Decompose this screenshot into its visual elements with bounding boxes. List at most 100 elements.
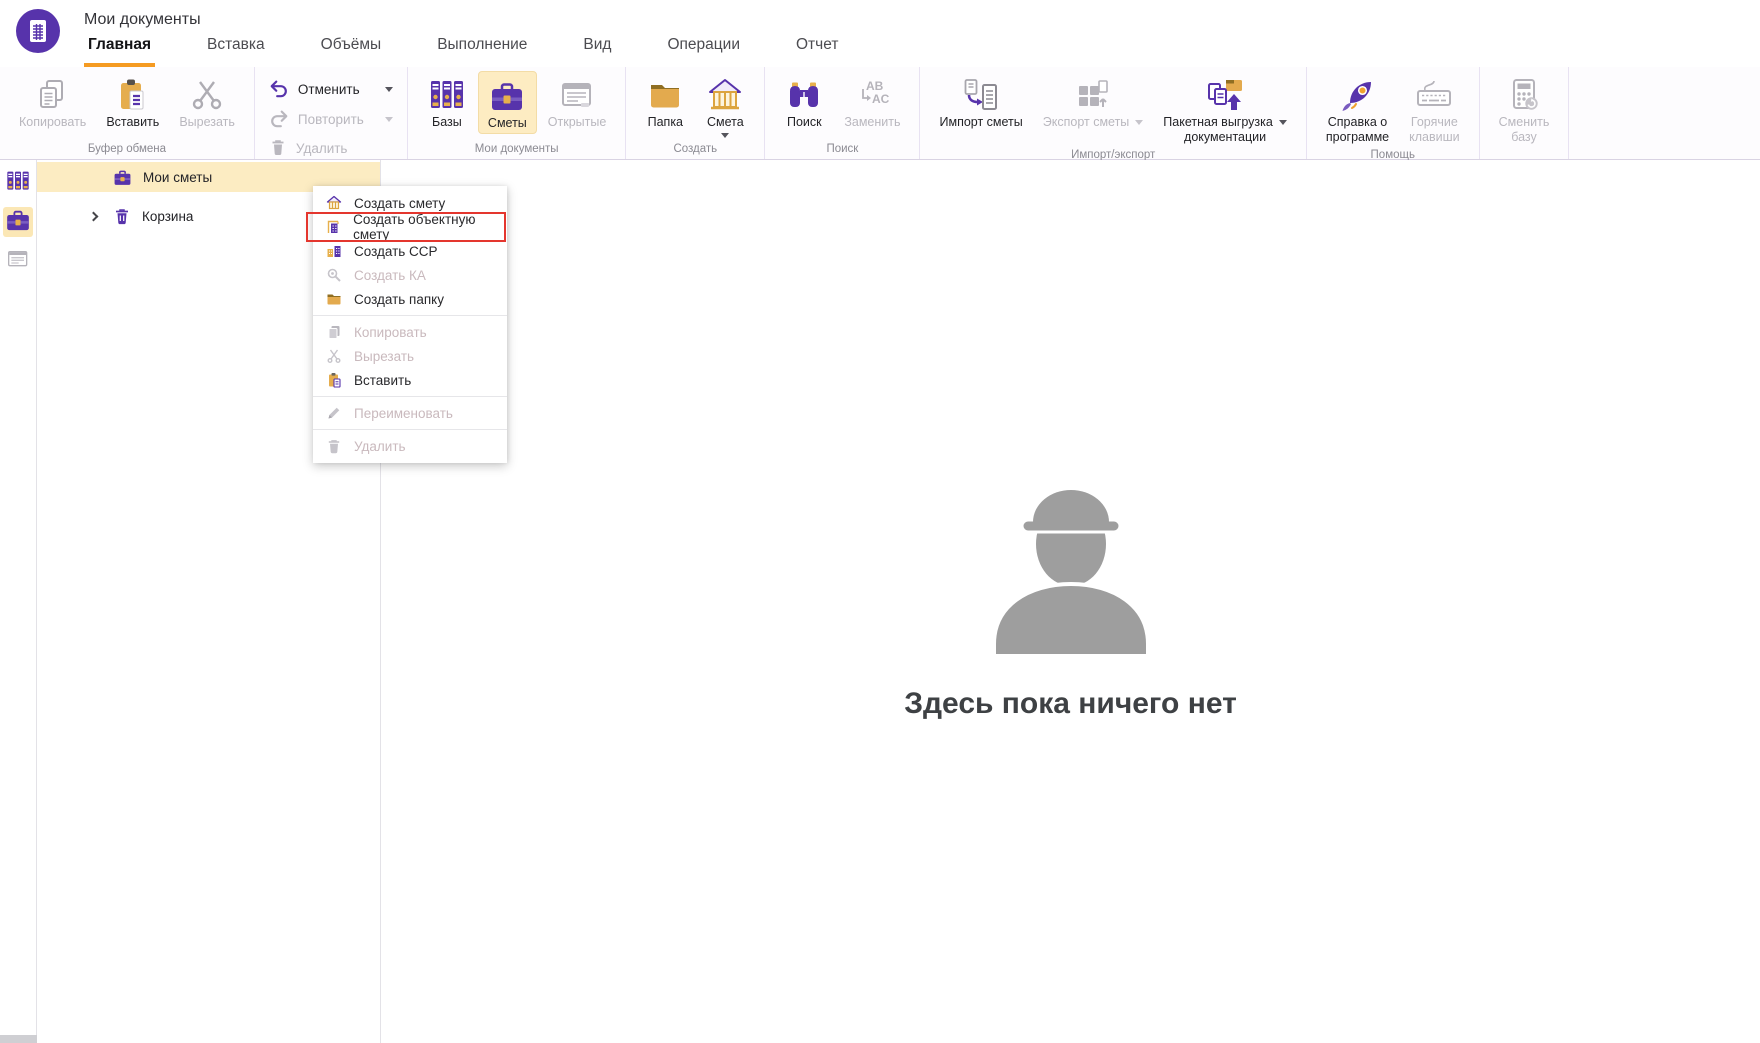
databases-button[interactable]: Базы	[418, 71, 476, 132]
ribbon-group-clipboard: Копировать Вставить Вырезать Буфер обмен…	[0, 67, 255, 159]
folder-icon	[647, 75, 683, 115]
menu-item-create-folder[interactable]: Создать папку	[313, 287, 507, 311]
batch-export-button[interactable]: Пакетная выгрузка документации	[1154, 71, 1296, 147]
chevron-right-icon[interactable]	[88, 211, 98, 221]
batch-export-icon	[1206, 75, 1244, 115]
create-estimate-button[interactable]: Смета	[696, 71, 754, 140]
menu-item-create-object-estimate[interactable]: Создать объектную смету	[313, 212, 507, 242]
dropdown-caret-icon[interactable]	[384, 87, 393, 92]
tab-vstavka[interactable]: Вставка	[203, 36, 269, 67]
menu-item-create-ka[interactable]: Создать КА	[313, 263, 507, 287]
trash-icon	[269, 138, 287, 159]
ribbon-group-import-export: Импорт сметы Экспорт сметы Пакетная выгр…	[920, 67, 1307, 161]
buildings-icon	[325, 243, 342, 259]
search-button[interactable]: Поиск	[775, 71, 833, 132]
briefcase-icon	[489, 76, 525, 116]
menu-item-cut[interactable]: Вырезать	[313, 344, 507, 368]
replace-icon: AB AC	[854, 75, 890, 115]
menu-item-rename[interactable]: Переименовать	[313, 401, 507, 425]
paste-icon	[115, 75, 151, 115]
group-label-search: Поиск	[826, 143, 859, 155]
house-icon	[325, 195, 342, 211]
titlebar: Мои документы Главная Вставка Объёмы Вып…	[0, 0, 1760, 67]
change-database-icon	[1506, 75, 1542, 115]
export-estimate-button[interactable]: Экспорт сметы	[1034, 71, 1153, 132]
rail-databases-button[interactable]	[3, 168, 33, 198]
tab-glavnaya[interactable]: Главная	[84, 36, 156, 67]
paste-icon	[325, 372, 342, 388]
scissors-icon	[189, 75, 225, 115]
estimates-button[interactable]: Сметы	[477, 71, 537, 134]
hotkeys-button[interactable]: Горячие клавиши	[1400, 71, 1469, 147]
import-estimate-button[interactable]: Импорт сметы	[930, 71, 1031, 132]
redo-icon	[269, 108, 289, 131]
dropdown-caret-icon[interactable]	[384, 117, 393, 122]
pencil-icon	[325, 405, 342, 421]
delete-button[interactable]: Удалить	[265, 136, 397, 161]
menu-item-create-ssr[interactable]: Создать ССР	[313, 239, 507, 263]
empty-state-text: Здесь пока ничего нет	[904, 687, 1237, 720]
copy-icon	[325, 324, 342, 340]
change-database-button[interactable]: Сменить базу	[1490, 71, 1559, 147]
replace-button[interactable]: AB AC Заменить	[835, 71, 909, 132]
group-label-my-documents: Мои документы	[474, 143, 559, 155]
menu-item-delete[interactable]: Удалить	[313, 434, 507, 458]
group-label-empty	[1490, 147, 1559, 160]
tab-vypolnenie[interactable]: Выполнение	[433, 36, 531, 67]
scissors-icon	[325, 348, 342, 364]
ribbon-tabs: Главная Вставка Объёмы Выполнение Вид Оп…	[84, 36, 842, 67]
tab-obyomy[interactable]: Объёмы	[317, 36, 386, 67]
create-folder-button[interactable]: Папка	[636, 71, 694, 132]
ribbon-group-create: Папка Смета Создать	[626, 67, 766, 159]
tab-otchet[interactable]: Отчет	[792, 36, 842, 67]
rail-open-docs-button[interactable]	[3, 246, 33, 276]
ribbon: Копировать Вставить Вырезать Буфер обмен…	[0, 67, 1760, 175]
tab-operatsii[interactable]: Операции	[663, 36, 744, 67]
cut-button[interactable]: Вырезать	[170, 71, 244, 132]
rail-estimates-button[interactable]	[3, 207, 33, 237]
ribbon-group-search: Поиск AB AC Заменить Поиск	[765, 67, 921, 159]
building-crane-icon	[325, 219, 341, 235]
export-icon	[1075, 75, 1111, 115]
binders-icon	[6, 169, 30, 198]
paste-button[interactable]: Вставить	[97, 71, 168, 132]
menu-separator	[313, 315, 507, 316]
group-label-create: Создать	[673, 143, 718, 155]
dropdown-caret-icon[interactable]	[1278, 120, 1287, 126]
undo-icon	[269, 78, 289, 101]
left-rail	[0, 160, 37, 1043]
main-content-area: Здесь пока ничего нет	[381, 160, 1760, 1043]
menu-item-copy[interactable]: Копировать	[313, 320, 507, 344]
group-label-clipboard: Буфер обмена	[87, 143, 167, 155]
copy-button[interactable]: Копировать	[10, 71, 95, 132]
ribbon-group-help: Справка о программе Горячие клавиши Помо…	[1307, 67, 1480, 161]
briefcase-icon	[5, 207, 31, 238]
tab-vid[interactable]: Вид	[579, 36, 615, 67]
context-menu: Создать смету Создать объектную смету Со…	[306, 186, 507, 463]
menu-item-paste[interactable]: Вставить	[313, 368, 507, 392]
binders-icon	[429, 75, 465, 115]
worker-silhouette-icon	[991, 490, 1150, 658]
redo-button[interactable]: Повторить	[265, 106, 397, 133]
import-icon	[963, 75, 999, 115]
magnifier-icon	[325, 267, 342, 283]
ribbon-group-my-documents: Базы Сметы Открытые Мои документы	[408, 67, 627, 159]
briefcase-icon	[113, 168, 132, 187]
open-docs-icon	[6, 247, 30, 276]
ribbon-group-editing: Отменить Повторить Удалить	[255, 67, 408, 175]
keyboard-icon	[1416, 75, 1452, 115]
rocket-icon	[1340, 75, 1376, 115]
rail-scrollbar[interactable]	[0, 1035, 37, 1043]
help-about-button[interactable]: Справка о программе	[1317, 71, 1398, 147]
undo-button[interactable]: Отменить	[265, 76, 397, 103]
dropdown-caret-icon[interactable]	[1135, 120, 1144, 126]
svg-text:AB: AB	[866, 79, 884, 93]
trash-icon	[325, 438, 342, 454]
dropdown-caret-icon[interactable]	[721, 132, 730, 138]
menu-separator	[313, 429, 507, 430]
estimate-house-icon	[707, 75, 743, 115]
binoculars-icon	[786, 75, 822, 115]
open-documents-button[interactable]: Открытые	[539, 71, 616, 132]
svg-text:AC: AC	[872, 92, 890, 106]
window-title: Мои документы	[84, 11, 201, 28]
